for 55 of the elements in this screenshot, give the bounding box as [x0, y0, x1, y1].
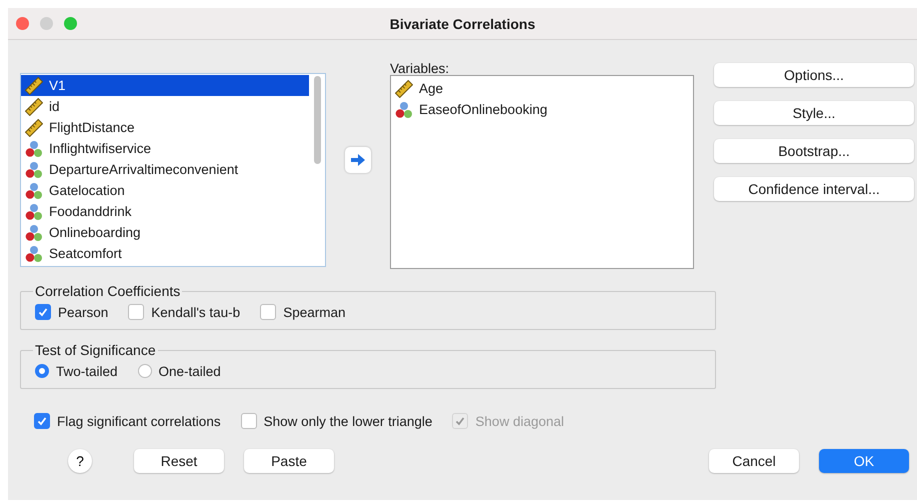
cancel-button[interactable]: Cancel — [709, 449, 799, 473]
option-label: Pearson — [58, 304, 108, 320]
radio-button[interactable] — [35, 364, 49, 378]
check-icon — [454, 415, 466, 427]
variable-item[interactable]: Inflightwifiservice — [21, 138, 309, 159]
dialog-button[interactable]: Bootstrap... — [714, 139, 914, 163]
scrollbar-thumb[interactable] — [314, 76, 320, 164]
three-balls-icon — [25, 244, 43, 262]
zoom-icon[interactable] — [64, 17, 77, 30]
option-label: Show only the lower triangle — [264, 414, 432, 428]
three-balls-icon — [395, 100, 413, 118]
dialog-button[interactable]: Options... — [714, 63, 914, 87]
group-title: Test of Significance — [34, 342, 157, 358]
option-label: Two-tailed — [56, 364, 118, 378]
dialog-button[interactable]: Style... — [714, 101, 914, 125]
option-label: Spearman — [283, 304, 346, 320]
checkbox[interactable] — [128, 304, 144, 320]
variable-item[interactable]: Age — [391, 78, 693, 99]
option-label: Flag significant correlations — [57, 414, 221, 428]
variable-item[interactable]: FlightDistance — [21, 117, 309, 138]
checkbox[interactable] — [240, 413, 257, 429]
variable-item[interactable]: Seatcomfort — [21, 243, 309, 264]
checkbox[interactable] — [35, 304, 51, 320]
variable-item[interactable]: EaseofOnlinebooking — [391, 99, 693, 120]
dialog-button[interactable]: Confidence interval... — [714, 177, 914, 201]
option-label: One-tailed — [158, 364, 221, 378]
checkbox[interactable] — [260, 304, 276, 320]
help-button[interactable]: ? — [68, 449, 92, 473]
group-title: Correlation Coefficients — [34, 283, 182, 299]
three-balls-icon — [25, 160, 43, 178]
dialog-button[interactable]: Paste — [244, 449, 334, 473]
move-button[interactable] — [345, 147, 371, 173]
check-icon — [37, 306, 49, 318]
radio-button[interactable] — [138, 364, 152, 378]
three-balls-icon — [25, 140, 43, 158]
variable-item[interactable]: V1 — [21, 75, 309, 96]
window-title: Bivariate Correlations — [390, 16, 536, 32]
dialog-button[interactable]: Reset — [134, 449, 224, 473]
variable-item[interactable]: DepartureArrivaltimeconvenient — [21, 159, 309, 180]
three-balls-icon — [25, 182, 43, 200]
ok-button[interactable]: OK — [819, 449, 909, 473]
variable-item[interactable]: Onlineboarding — [21, 222, 309, 243]
option-label: Kendall's tau-b — [151, 304, 240, 320]
variables-label: Variables: — [390, 63, 450, 75]
three-balls-icon — [25, 202, 43, 220]
variable-item[interactable]: id — [21, 96, 309, 117]
check-icon — [36, 415, 48, 427]
checkbox[interactable] — [34, 413, 50, 429]
option-label: Show diagonal — [475, 414, 564, 428]
arrow-icon — [350, 153, 366, 167]
minimize-icon[interactable] — [40, 17, 53, 30]
close-icon[interactable] — [16, 17, 29, 30]
variable-item[interactable]: Gatelocation — [21, 180, 309, 201]
three-balls-icon — [25, 224, 43, 242]
variable-item[interactable]: Foodanddrink — [21, 201, 309, 222]
